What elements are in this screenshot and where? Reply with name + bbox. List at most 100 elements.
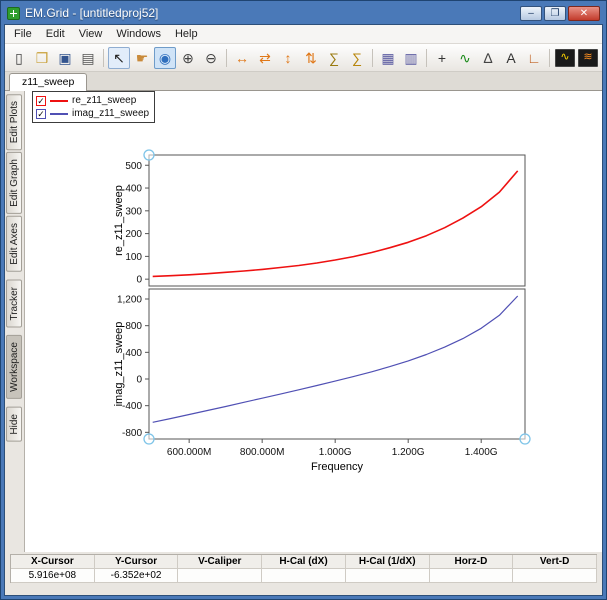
status-header-hcal-dx: H-Cal (dX) bbox=[262, 555, 346, 569]
content-area: Edit Plots Edit Graph Edit Axes Tracker … bbox=[5, 91, 602, 552]
window-title: EM.Grid - [untitledproj52] bbox=[25, 6, 159, 20]
status-value-x-cursor: 5.916e+08 bbox=[11, 569, 95, 583]
side-tab-edit-graph[interactable]: Edit Graph bbox=[6, 152, 22, 215]
side-tab-edit-axes[interactable]: Edit Axes bbox=[6, 216, 22, 272]
menu-windows[interactable]: Windows bbox=[109, 26, 168, 42]
y-tick-label: -800 bbox=[122, 428, 142, 439]
eye-diagram-button[interactable]: ∿ bbox=[555, 48, 575, 67]
window-bottom-strip bbox=[10, 583, 597, 595]
text-label-button[interactable]: A bbox=[500, 47, 522, 69]
close-button[interactable]: ✕ bbox=[568, 5, 600, 21]
status-header-hcal-1dx: H-Cal (1/dX) bbox=[345, 555, 430, 569]
legend-label-imag: imag_z11_sweep bbox=[72, 108, 150, 119]
status-value-vert-d bbox=[513, 569, 597, 583]
side-tab-hide[interactable]: Hide bbox=[6, 407, 22, 442]
autoscale-x-icon: ↔ bbox=[235, 49, 249, 66]
toolbar-separator bbox=[226, 48, 227, 67]
menu-edit[interactable]: Edit bbox=[39, 26, 72, 42]
side-tab-workspace[interactable]: Workspace bbox=[6, 335, 22, 400]
new-document-icon: ▯ bbox=[15, 49, 23, 66]
scroll-y-button[interactable]: ⇅ bbox=[300, 47, 322, 69]
print-button[interactable]: ▤ bbox=[77, 47, 99, 69]
add-cursor-button[interactable]: + bbox=[431, 47, 453, 69]
x-axis-label: Frequency bbox=[311, 461, 363, 473]
x-tick-label: 1.000G bbox=[319, 447, 352, 458]
title-bar: EM.Grid - [untitledproj52] – ❐ ✕ bbox=[4, 4, 603, 24]
pan-hand-icon: ☛ bbox=[135, 49, 149, 66]
legend-line-sample-imag bbox=[50, 112, 68, 115]
edit-axes-button[interactable]: ∟ bbox=[523, 47, 545, 69]
y-tick-label: 200 bbox=[125, 229, 142, 240]
menu-help[interactable]: Help bbox=[168, 26, 205, 42]
scroll-y-icon: ⇅ bbox=[305, 49, 317, 66]
minimize-button[interactable]: – bbox=[520, 5, 542, 21]
cursor-handle[interactable] bbox=[143, 433, 155, 445]
status-value-y-cursor: -6.352e+02 bbox=[94, 569, 179, 583]
app-window: EM.Grid - [untitledproj52] – ❐ ✕ File Ed… bbox=[0, 0, 607, 600]
y-tick-label: -400 bbox=[122, 401, 142, 412]
open-folder-button[interactable]: ❒ bbox=[31, 47, 53, 69]
toolbar-separator bbox=[549, 48, 550, 67]
edit-axes-icon: ∟ bbox=[527, 49, 541, 66]
scroll-x-button[interactable]: ⇄ bbox=[254, 47, 276, 69]
spectrum-view-button[interactable]: ≋ bbox=[578, 48, 598, 67]
x-tick-label: 1.400G bbox=[465, 447, 498, 458]
status-header-horz-d: Horz-D bbox=[429, 555, 514, 569]
legend-item-re[interactable]: ✓ re_z11_sweep bbox=[36, 94, 149, 107]
autoscale-y-button[interactable]: ↕ bbox=[277, 47, 299, 69]
tracker-curve-icon: ∿ bbox=[459, 49, 471, 66]
tracker-curve-button[interactable]: ∿ bbox=[454, 47, 476, 69]
zoom-window-button[interactable]: ◉ bbox=[154, 46, 176, 69]
menu-view[interactable]: View bbox=[72, 26, 110, 42]
new-document-button[interactable]: ▯ bbox=[8, 47, 30, 69]
text-label-icon: A bbox=[506, 49, 516, 66]
sum-x-button[interactable]: ∑ bbox=[323, 47, 345, 69]
sum-x-icon: ∑ bbox=[329, 49, 339, 66]
status-header-v-caliper: V-Caliper bbox=[178, 555, 263, 569]
y-tick-label: 400 bbox=[125, 348, 142, 359]
delta-marker-icon: ∆ bbox=[483, 49, 493, 66]
status-value-hcal-1dx bbox=[345, 569, 430, 583]
legend-checkbox-imag[interactable]: ✓ bbox=[36, 108, 46, 119]
legend-item-imag[interactable]: ✓ imag_z11_sweep bbox=[36, 107, 149, 120]
pan-hand-button[interactable]: ☛ bbox=[131, 47, 153, 69]
data-table-button[interactable]: ▦ bbox=[377, 47, 399, 69]
cursor-status-bar: X-Cursor Y-Cursor V-Caliper H-Cal (dX) H… bbox=[5, 552, 602, 595]
x-tick-label: 1.200G bbox=[392, 447, 425, 458]
y-tick-label: 800 bbox=[125, 321, 142, 332]
open-folder-icon: ❒ bbox=[35, 49, 49, 66]
y-tick-label: 0 bbox=[136, 275, 142, 286]
save-button[interactable]: ▣ bbox=[54, 47, 76, 69]
toolbar-separator bbox=[426, 48, 427, 67]
save-icon: ▣ bbox=[58, 49, 72, 66]
sum-y-button[interactable]: ∑ bbox=[346, 47, 368, 69]
cursor-handle[interactable] bbox=[143, 149, 155, 161]
data-table-icon: ▦ bbox=[381, 49, 395, 66]
tab-z11-sweep[interactable]: z11_sweep bbox=[9, 73, 88, 91]
menu-file[interactable]: File bbox=[7, 26, 39, 42]
status-header-vert-d: Vert-D bbox=[513, 555, 597, 569]
plot-grid-button[interactable]: ▥ bbox=[400, 47, 422, 69]
maximize-button[interactable]: ❐ bbox=[544, 5, 566, 21]
delta-marker-button[interactable]: ∆ bbox=[477, 47, 499, 69]
plot-panel[interactable]: ✓ re_z11_sweep ✓ imag_z11_sweep 0 100 200 3… bbox=[24, 91, 602, 552]
plot-svg[interactable]: 0 100 200 300 400 500 re_z11_sweep -800 -400 0 400… bbox=[25, 91, 602, 552]
cursor-status-table: X-Cursor Y-Cursor V-Caliper H-Cal (dX) H… bbox=[10, 554, 597, 583]
side-tab-edit-plots[interactable]: Edit Plots bbox=[6, 94, 22, 151]
side-tab-tracker[interactable]: Tracker bbox=[6, 279, 22, 328]
zoom-out-button[interactable]: ⊖ bbox=[200, 47, 222, 69]
x-tick-label: 600.000M bbox=[167, 447, 211, 458]
zoom-in-icon: ⊕ bbox=[182, 49, 194, 66]
y-axis-label: imag_z11_sweep bbox=[113, 322, 125, 407]
legend-checkbox-re[interactable]: ✓ bbox=[36, 95, 46, 106]
autoscale-x-button[interactable]: ↔ bbox=[231, 47, 253, 69]
y-tick-label: 400 bbox=[125, 184, 142, 195]
add-cursor-icon: + bbox=[437, 49, 447, 66]
y-axis-label: re_z11_sweep bbox=[113, 185, 125, 256]
zoom-out-icon: ⊖ bbox=[205, 49, 217, 66]
y-tick-label: 300 bbox=[125, 206, 142, 217]
select-cursor-button[interactable]: ↖ bbox=[108, 46, 130, 69]
toolbar-separator bbox=[372, 48, 373, 67]
zoom-in-button[interactable]: ⊕ bbox=[177, 47, 199, 69]
cursor-handle[interactable] bbox=[519, 433, 531, 445]
